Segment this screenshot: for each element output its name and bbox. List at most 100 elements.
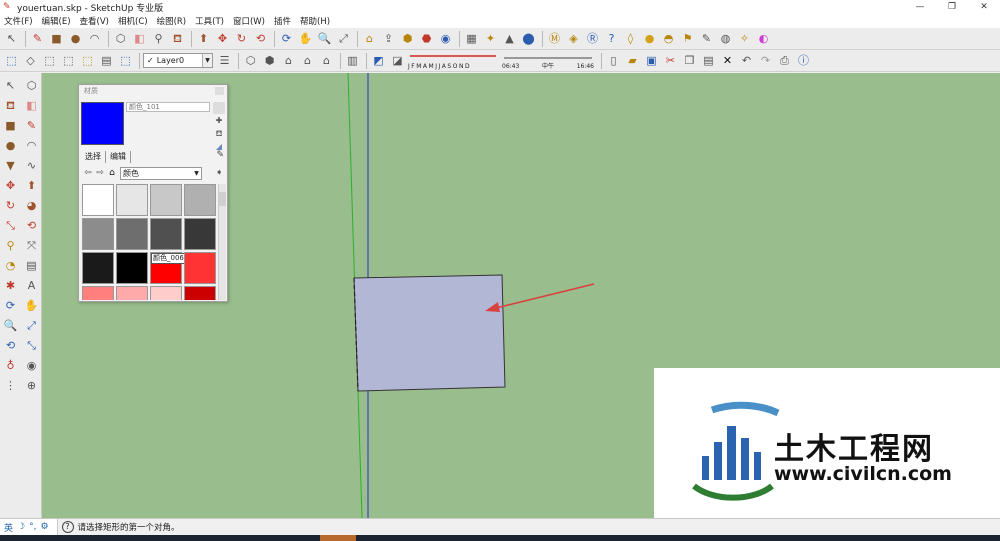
- help-circle-icon[interactable]: ?: [603, 30, 620, 47]
- zoom-tool-icon[interactable]: 🔍: [2, 317, 19, 334]
- menu-view[interactable]: 查看(V): [80, 15, 109, 27]
- taskbar-active-app[interactable]: [320, 535, 356, 541]
- menu-camera[interactable]: 相机(C): [118, 15, 148, 27]
- add-location-icon[interactable]: ✦: [482, 30, 499, 47]
- minimize-button[interactable]: —: [904, 0, 936, 14]
- ime-indicator[interactable]: 英 ☽ °, ⚙: [0, 518, 58, 536]
- house-shaded-icon[interactable]: ⌂: [280, 52, 297, 69]
- offset-tool-icon[interactable]: ⟲: [23, 217, 40, 234]
- circle-tool-icon[interactable]: ●: [67, 30, 84, 47]
- zoom-extents-icon[interactable]: ⤡: [23, 337, 40, 354]
- layer-manager-icon[interactable]: ☰: [216, 52, 233, 69]
- delete-icon[interactable]: ✕: [719, 52, 736, 69]
- text-tool-icon[interactable]: ▤: [23, 257, 40, 274]
- menu-edit[interactable]: 编辑(E): [42, 15, 71, 27]
- zoom-window-icon[interactable]: ⤢: [23, 317, 40, 334]
- push-pull-icon[interactable]: ⬆: [23, 177, 40, 194]
- flag-icon[interactable]: ⚑: [679, 30, 696, 47]
- model-info-icon[interactable]: ⓘ: [795, 52, 812, 69]
- details-arrow-icon[interactable]: ➧: [215, 168, 223, 178]
- material-swatch[interactable]: [150, 218, 182, 250]
- rectangle-tool-icon[interactable]: ■: [48, 30, 65, 47]
- paste-icon[interactable]: ▤: [700, 52, 717, 69]
- house-monochrome-icon[interactable]: ⌂: [318, 52, 335, 69]
- tape-measure-icon[interactable]: ⚲: [150, 30, 167, 47]
- follow-me-icon[interactable]: ◕: [23, 197, 40, 214]
- menu-window[interactable]: 窗口(W): [233, 15, 265, 27]
- previous-view-icon[interactable]: ⟲: [2, 337, 19, 354]
- material-swatch[interactable]: [150, 184, 182, 216]
- position-camera-icon[interactable]: ♁: [2, 357, 19, 374]
- xray-icon[interactable]: ⬚: [117, 52, 134, 69]
- material-swatch[interactable]: [82, 252, 114, 284]
- zoom-extents-icon[interactable]: ⤢: [335, 30, 352, 47]
- offset-tool-icon[interactable]: ⟲: [252, 30, 269, 47]
- back-view-icon[interactable]: ⬚: [79, 52, 96, 69]
- components-icon[interactable]: ⬢: [399, 30, 416, 47]
- material-swatch[interactable]: [116, 252, 148, 284]
- material-swatch[interactable]: [116, 184, 148, 216]
- close-button[interactable]: ✕: [968, 0, 1000, 14]
- sphere-icon[interactable]: ●: [641, 30, 658, 47]
- create-material-icon[interactable]: ✚: [213, 115, 225, 127]
- swatch-grid-scrollbar[interactable]: [218, 184, 226, 300]
- material-swatch[interactable]: [184, 286, 216, 300]
- wireframe-style-icon[interactable]: ⬡: [242, 52, 259, 69]
- left-view-icon[interactable]: ▤: [98, 52, 115, 69]
- preview-earth-icon[interactable]: ⬤: [520, 30, 537, 47]
- plugin-m-icon[interactable]: Ⓜ: [546, 30, 563, 47]
- material-swatch[interactable]: [116, 218, 148, 250]
- layer-dropdown[interactable]: ✓ Layer0 ▼: [143, 53, 213, 68]
- freehand-tool-icon[interactable]: ∿: [23, 157, 40, 174]
- color-wheel-icon[interactable]: ◐: [755, 30, 772, 47]
- rectangle-face[interactable]: [353, 274, 506, 392]
- toggle-terrain-icon[interactable]: ▲: [501, 30, 518, 47]
- menu-file[interactable]: 文件(F): [4, 15, 33, 27]
- eraser-tool-icon[interactable]: ◧: [23, 97, 40, 114]
- shadows-settings-icon[interactable]: ◩: [370, 52, 387, 69]
- material-swatch[interactable]: [82, 184, 114, 216]
- menu-help[interactable]: 帮助(H): [300, 15, 330, 27]
- material-swatch[interactable]: [184, 252, 216, 284]
- orbit-tool-icon[interactable]: ⟳: [2, 297, 19, 314]
- material-swatch[interactable]: [184, 184, 216, 216]
- protractor-icon[interactable]: ◔: [2, 257, 19, 274]
- 3d-text-icon[interactable]: A: [23, 277, 40, 294]
- earth-icon[interactable]: ◉: [437, 30, 454, 47]
- eyedropper-icon[interactable]: ✎: [216, 150, 224, 160]
- zoom-tool-icon[interactable]: 🔍: [316, 30, 333, 47]
- new-file-icon[interactable]: ▯: [605, 52, 622, 69]
- forward-arrow-icon[interactable]: ⇨: [94, 168, 106, 178]
- make-component-icon[interactable]: ⬡: [23, 77, 40, 94]
- scale-tool-icon[interactable]: ⤡: [2, 217, 19, 234]
- walk-tool-icon[interactable]: ⋮: [2, 377, 19, 394]
- push-pull-icon[interactable]: ⬆: [195, 30, 212, 47]
- rectangle-tool-icon[interactable]: ■: [2, 117, 19, 134]
- plugin-r-icon[interactable]: Ⓡ: [584, 30, 601, 47]
- material-swatch[interactable]: [82, 286, 114, 300]
- material-name-field[interactable]: 颜色_101: [126, 102, 210, 112]
- menu-plugins[interactable]: 插件: [274, 15, 291, 27]
- shadow-time-slider[interactable]: 06:43 中午 16:46: [502, 52, 594, 70]
- shadow-date-slider[interactable]: J F M A M J J A S O N D: [408, 52, 498, 70]
- material-swatch[interactable]: [150, 286, 182, 300]
- hidden-line-style-icon[interactable]: ⬢: [261, 52, 278, 69]
- axes-tool-icon[interactable]: ✱: [2, 277, 19, 294]
- cut-icon[interactable]: ✂: [662, 52, 679, 69]
- circle-tool-icon[interactable]: ●: [2, 137, 19, 154]
- photo-texture-icon[interactable]: ▦: [463, 30, 480, 47]
- section-plane-icon[interactable]: ⊕: [23, 377, 40, 394]
- material-collection-dropdown[interactable]: 颜色 ▼: [120, 166, 202, 180]
- tag-icon[interactable]: ◈: [565, 30, 582, 47]
- menu-tools[interactable]: 工具(T): [195, 15, 224, 27]
- cap-icon[interactable]: ◓: [660, 30, 677, 47]
- pencil-tool-icon[interactable]: ✎: [29, 30, 46, 47]
- iso-view-icon[interactable]: ⬚: [3, 52, 20, 69]
- panel-close-button[interactable]: [215, 87, 224, 95]
- wand-icon[interactable]: ✧: [736, 30, 753, 47]
- move-tool-icon[interactable]: ✥: [214, 30, 231, 47]
- material-swatch[interactable]: 颜色_006: [150, 252, 186, 284]
- front-view-icon[interactable]: ⬚: [41, 52, 58, 69]
- home-icon[interactable]: ⌂: [106, 168, 118, 178]
- undo-icon[interactable]: ↶: [738, 52, 755, 69]
